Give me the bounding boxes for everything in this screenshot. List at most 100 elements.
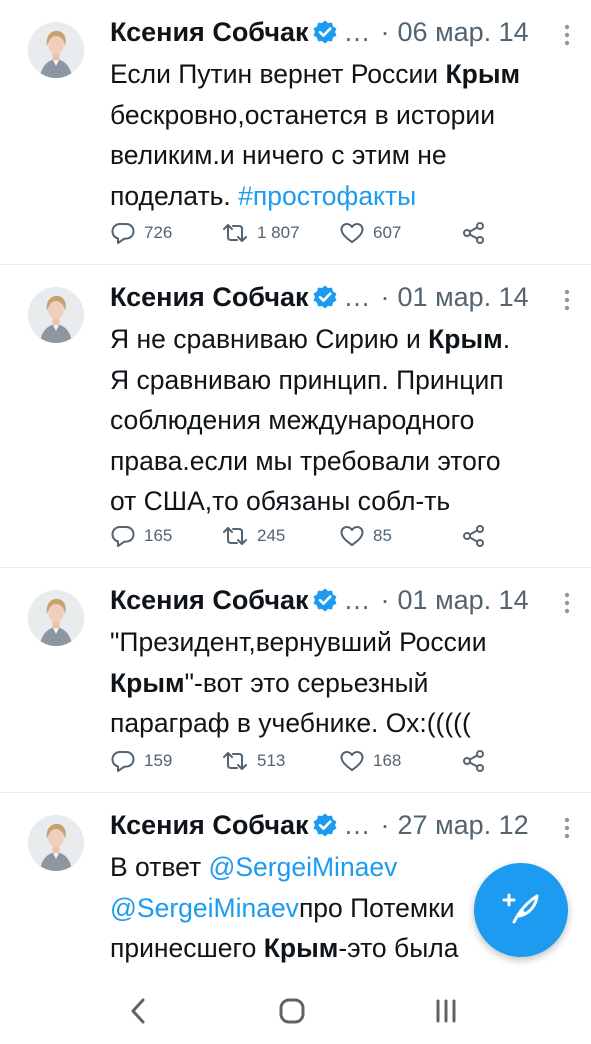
separator-dot: · [380, 809, 390, 840]
tweet-text-segment: . [502, 324, 511, 354]
tweet-text-segment: -это была [338, 933, 459, 963]
retweet-icon [221, 524, 257, 548]
tweet-text: Если Путин вернет России Крым бескровно,о… [110, 54, 573, 216]
tweet-content: Ксения Собчак … · 01 мар. 14 "Президент,… [110, 578, 573, 744]
like-count: 607 [373, 223, 402, 242]
tweet-date[interactable]: 01 мар. 14 [398, 585, 529, 616]
share-icon [461, 524, 495, 548]
like-button[interactable]: 168 [339, 749, 461, 773]
share-icon [461, 221, 495, 245]
author-name[interactable]: Ксения Собчак [110, 282, 309, 313]
like-button[interactable]: 607 [339, 221, 461, 245]
handle-truncated: … [343, 584, 371, 615]
tweet-text-segment: В ответ [110, 852, 209, 882]
separator-dot: · [380, 281, 390, 312]
retweet-button[interactable]: 513 [221, 749, 339, 773]
tweet-text-segment: Если Путин вернет России [110, 59, 446, 89]
nav-home-button[interactable] [272, 993, 312, 1029]
share-button[interactable] [461, 749, 495, 773]
separator-dot: · [380, 16, 390, 47]
more-options-icon[interactable] [561, 20, 573, 50]
retweet-icon [221, 749, 257, 773]
avatar[interactable] [28, 22, 84, 78]
highlighted-keyword: Крым [263, 933, 339, 963]
tweet-timeline[interactable]: Ксения Собчак … · 06 мар. 14 Если Путин … [0, 0, 591, 975]
tweet-text-line: соблюдения международного [110, 400, 573, 441]
verified-badge-icon [312, 587, 338, 613]
tweet-text-segment: великим.и ничего с этим не [110, 140, 447, 170]
tweet-text-segment: бескровно,останется в истории [110, 99, 496, 130]
compose-tweet-icon [499, 886, 543, 935]
tweet-date[interactable]: 01 мар. 14 [398, 282, 529, 313]
tweet-text-line: поделать. #простофакты [110, 176, 573, 217]
like-count: 168 [373, 751, 402, 770]
retweet-button[interactable]: 1 807 [221, 221, 339, 245]
heart-icon [339, 221, 373, 245]
tweet-text-segment: Я не сравниваю Сирию и [110, 324, 429, 354]
tweet-date[interactable]: 06 мар. 14 [398, 17, 529, 48]
nav-recent-apps-icon [436, 999, 456, 1023]
tweet-link[interactable]: #простофакты [238, 181, 416, 211]
handle-truncated: … [343, 281, 371, 312]
tweet-actions: 165 245 85 [110, 524, 495, 548]
tweet-text-segment: права.если мы требовали этого [110, 445, 501, 476]
heart-icon [339, 749, 373, 773]
share-button[interactable] [461, 221, 495, 245]
reply-icon [110, 221, 144, 245]
nav-home-icon [279, 998, 305, 1024]
like-button[interactable]: 85 [339, 524, 461, 548]
tweet-text-line: Если Путин вернет России Крым [110, 54, 573, 95]
tweet-link[interactable]: @SergeiMinaev [110, 893, 299, 923]
retweet-button[interactable]: 245 [221, 524, 339, 548]
tweet-date[interactable]: 27 мар. 12 [398, 810, 529, 841]
tweet-text-segment: параграф в учебнике. Ох:((((( [110, 708, 471, 738]
reply-count: 165 [144, 526, 173, 545]
avatar[interactable] [28, 287, 84, 343]
reply-icon [110, 749, 144, 773]
reply-button[interactable]: 165 [110, 524, 221, 548]
reply-count: 159 [144, 751, 173, 770]
tweet-text-line: от США,то обязаны собл-ть [110, 481, 573, 522]
more-options-icon[interactable] [561, 285, 573, 315]
highlighted-keyword: Крым [110, 667, 185, 698]
verified-badge-icon [312, 19, 338, 45]
avatar[interactable] [28, 815, 84, 871]
tweet[interactable]: Ксения Собчак … · 01 мар. 14 Я не сравни… [0, 265, 591, 568]
verified-badge-icon [312, 812, 338, 838]
verified-badge-icon [312, 284, 338, 310]
tweet-actions: 159 513 168 [110, 749, 495, 773]
more-options-icon[interactable] [561, 813, 573, 843]
share-button[interactable] [461, 524, 495, 548]
tweet-text-segment: принесшего [110, 933, 264, 963]
author-name[interactable]: Ксения Собчак [110, 810, 309, 841]
more-options-icon[interactable] [561, 588, 573, 618]
nav-back-button[interactable] [118, 993, 158, 1029]
tweet-text: Я не сравниваю Сирию и Крым. Я сравниваю … [110, 319, 573, 522]
tweet-link[interactable]: @SergeiMinaev [208, 852, 397, 882]
tweet-header: Ксения Собчак … · 01 мар. 14 [110, 578, 573, 622]
nav-recent-apps-button[interactable] [426, 993, 466, 1029]
tweet-text-segment: Я сравниваю принцип. Принцип [110, 364, 504, 395]
tweet-header: Ксения Собчак … · 06 мар. 14 [110, 10, 573, 54]
tweet-text-line: Я сравниваю принцип. Принцип [110, 360, 573, 401]
nav-back-icon [131, 998, 145, 1024]
tweet[interactable]: Ксения Собчак … · 06 мар. 14 Если Путин … [0, 0, 591, 265]
tweet-text-line: Крым"-вот это серьезный [110, 663, 573, 704]
reply-count: 726 [144, 223, 173, 242]
tweet[interactable]: Ксения Собчак … · 01 мар. 14 "Президент,… [0, 568, 591, 793]
author-name[interactable]: Ксения Собчак [110, 17, 309, 48]
tweet-text-segment: соблюдения международного [110, 405, 475, 435]
retweet-count: 245 [257, 526, 286, 545]
author-name[interactable]: Ксения Собчак [110, 585, 309, 616]
compose-tweet-button[interactable] [474, 863, 568, 957]
reply-button[interactable]: 726 [110, 221, 221, 245]
tweet-text-line: права.если мы требовали этого [110, 441, 573, 482]
tweet-header: Ксения Собчак … · 27 мар. 12 [110, 803, 573, 847]
tweet-text: "Президент,вернувший России Крым"-вот это… [110, 622, 573, 744]
reply-button[interactable]: 159 [110, 749, 221, 773]
tweet-content: Ксения Собчак … · 01 мар. 14 Я не сравни… [110, 275, 573, 522]
avatar[interactable] [28, 590, 84, 646]
tweet-text-segment: про Потемки [298, 892, 455, 923]
tweet-text-segment: от США,то обязаны собл-ть [110, 486, 451, 516]
handle-truncated: … [343, 809, 371, 840]
